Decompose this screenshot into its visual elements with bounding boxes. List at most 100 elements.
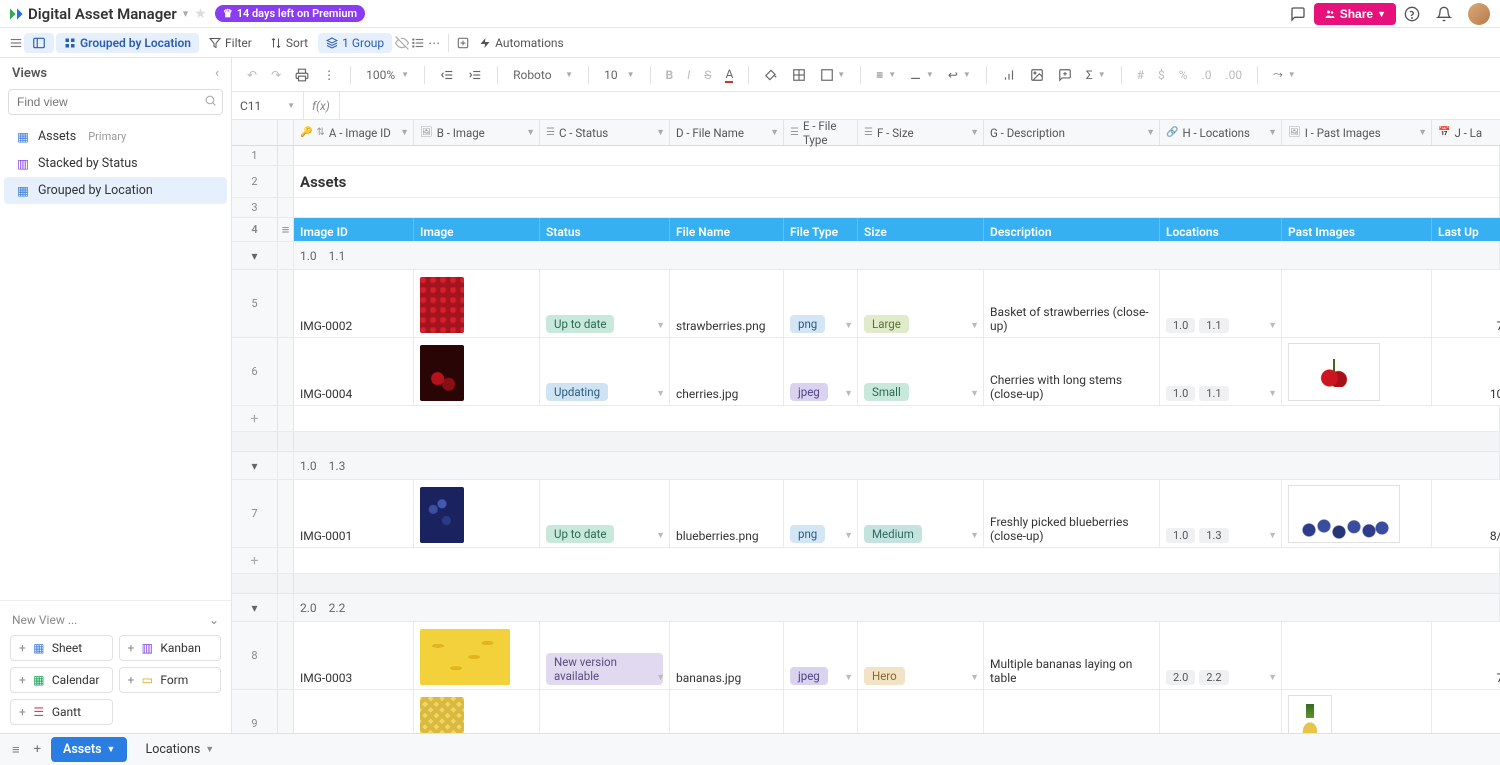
halign-button[interactable]: ≡▼ <box>871 65 901 85</box>
automations-button[interactable]: Automations <box>471 33 572 53</box>
chevron-down-icon[interactable]: ▼ <box>844 320 853 331</box>
past-image-thumb[interactable] <box>1288 343 1380 401</box>
table-row[interactable]: 7IMG-0001Up to date▼blueberries.pngpng▼M… <box>232 480 1500 548</box>
past-image-thumb[interactable] <box>1288 695 1332 733</box>
bell-icon[interactable] <box>1434 4 1454 24</box>
table-row[interactable]: 9IMG-0005Up to date▼pineapple.pngpng▼Sma… <box>232 690 1500 733</box>
expand-all-icon[interactable]: ≡ <box>278 218 294 241</box>
doc-title[interactable]: Digital Asset Manager <box>28 5 177 23</box>
cell-locations[interactable]: 2.02.2▼ <box>1160 622 1282 689</box>
cell-image-id[interactable]: IMG-0004 <box>294 338 414 405</box>
col-f[interactable]: ☰F - Size▼ <box>858 120 984 145</box>
wrap-button[interactable]: ↩▼ <box>943 65 976 85</box>
chevron-down-icon[interactable]: ▼ <box>656 530 665 541</box>
table-row[interactable]: 6IMG-0004Updating▼cherries.jpgjpeg▼Small… <box>232 338 1500 406</box>
location-chip[interactable]: 1.0 <box>1166 318 1195 333</box>
chevron-down-icon[interactable]: ▼ <box>844 530 853 541</box>
strike-button[interactable]: S <box>699 65 716 85</box>
table-row[interactable]: 8IMG-0003New version available▼bananas.j… <box>232 622 1500 690</box>
cell-file-name[interactable]: cherries.jpg <box>670 338 784 405</box>
location-chip[interactable]: 1.3 <box>1199 528 1228 543</box>
col-b[interactable]: 🖼B - Image▼ <box>414 120 540 145</box>
comment-button[interactable] <box>1053 65 1077 85</box>
hash-button[interactable]: # <box>1132 65 1149 85</box>
cell-image-id[interactable]: IMG-0001 <box>294 480 414 547</box>
group-toggle[interactable]: ▾ <box>232 594 278 621</box>
location-chip[interactable]: 1.1 <box>1199 318 1228 333</box>
menu-icon[interactable] <box>8 35 24 51</box>
collapse-icon[interactable]: ‹ <box>215 66 219 81</box>
table-row[interactable]: 5IMG-0002Up to date▼strawberries.pngpng▼… <box>232 270 1500 338</box>
cell-image-id[interactable]: IMG-0005 <box>294 690 414 733</box>
new-calendar-button[interactable]: +▦Calendar <box>10 667 113 693</box>
cell-size[interactable]: Large▼ <box>858 270 984 337</box>
location-chip[interactable]: 1.0 <box>1166 528 1195 543</box>
avatar[interactable] <box>1468 3 1490 25</box>
hdr-locations[interactable]: Locations <box>1160 218 1282 241</box>
view-item-assets[interactable]: ▦AssetsPrimary <box>4 123 227 150</box>
chevron-down-icon[interactable]: ▼ <box>970 320 979 331</box>
new-form-button[interactable]: +▭Form <box>119 667 222 693</box>
image-thumb[interactable] <box>420 629 510 685</box>
new-sheet-button[interactable]: +▦Sheet <box>10 635 113 661</box>
fill-button[interactable] <box>759 65 783 85</box>
dollar-button[interactable]: $ <box>1153 65 1170 85</box>
cell-image[interactable] <box>414 270 540 337</box>
col-h[interactable]: 🔗H - Locations▼ <box>1160 120 1282 145</box>
chevron-down-icon[interactable]: ▼ <box>970 672 979 683</box>
tab-locations[interactable]: Locations▼ <box>133 737 226 762</box>
chevron-down-icon[interactable]: ▼ <box>970 530 979 541</box>
cell-file-type[interactable]: png▼ <box>784 270 858 337</box>
cell-size[interactable]: Small▼ <box>858 338 984 405</box>
cell-status[interactable]: Up to date▼ <box>540 480 670 547</box>
view-item-grouped-by-location[interactable]: ▦Grouped by Location <box>4 177 227 204</box>
cell-description[interactable]: Freshly picked blueberries (close-up) <box>984 480 1160 547</box>
find-view-input[interactable] <box>8 89 223 115</box>
borders-button[interactable] <box>787 65 811 85</box>
image-thumb[interactable] <box>420 277 464 333</box>
col-j[interactable]: 📅J - La <box>1432 120 1500 145</box>
redo-button[interactable]: ↷ <box>266 65 286 85</box>
hdr-image-id[interactable]: Image ID <box>294 218 414 241</box>
cell-image[interactable] <box>414 338 540 405</box>
image-thumb[interactable] <box>420 345 464 401</box>
cell-past-images[interactable] <box>1282 338 1432 405</box>
cell-locations[interactable]: 1.01.1▼ <box>1160 338 1282 405</box>
hdr-file-name[interactable]: File Name <box>670 218 784 241</box>
hdr-status[interactable]: Status <box>540 218 670 241</box>
cell-size[interactable]: Small▼ <box>858 690 984 733</box>
new-view-header[interactable]: New View ... ⌄ <box>10 609 221 635</box>
image-thumb[interactable] <box>420 697 464 733</box>
all-sheets-icon[interactable]: ≡ <box>8 738 24 762</box>
chevron-down-icon[interactable]: ▼ <box>970 388 979 399</box>
hdr-image[interactable]: Image <box>414 218 540 241</box>
percent-button[interactable]: % <box>1174 65 1193 85</box>
sidebar-toggle[interactable] <box>24 33 54 53</box>
more-icon[interactable]: ⋯ <box>426 35 442 51</box>
list-icon[interactable] <box>410 35 426 51</box>
cell-image[interactable] <box>414 622 540 689</box>
location-chip[interactable]: 1.0 <box>1166 386 1195 401</box>
chevron-down-icon[interactable]: ▾ <box>183 7 189 20</box>
cell-file-name[interactable]: bananas.jpg <box>670 622 784 689</box>
cell-description[interactable]: Basket of strawberries (close-up) <box>984 270 1160 337</box>
cell-size[interactable]: Medium▼ <box>858 480 984 547</box>
cell-description[interactable]: Cherries with long stems (close-up) <box>984 338 1160 405</box>
col-d[interactable]: D - File Name▼ <box>670 120 784 145</box>
hdr-size[interactable]: Size <box>858 218 984 241</box>
location-chip[interactable]: 1.1 <box>1199 386 1228 401</box>
col-c[interactable]: ☰C - Status▼ <box>540 120 670 145</box>
cell-file-type[interactable]: jpeg▼ <box>784 622 858 689</box>
more-format-icon[interactable]: ⋮ <box>318 65 340 85</box>
location-chip[interactable]: 2.0 <box>1166 670 1195 685</box>
star-icon[interactable]: ★ <box>194 6 207 22</box>
location-chip[interactable]: 2.2 <box>1199 670 1228 685</box>
add-row-button[interactable] <box>232 406 1500 432</box>
chevron-down-icon[interactable]: ▼ <box>844 672 853 683</box>
dec-inc-button[interactable]: .00 <box>1220 65 1247 85</box>
undo-button[interactable]: ↶ <box>242 65 262 85</box>
cell-last-updated[interactable]: 7/4 <box>1432 270 1500 337</box>
print-button[interactable] <box>290 65 314 85</box>
past-image-thumb[interactable] <box>1288 485 1400 543</box>
chart-button[interactable] <box>997 65 1021 85</box>
